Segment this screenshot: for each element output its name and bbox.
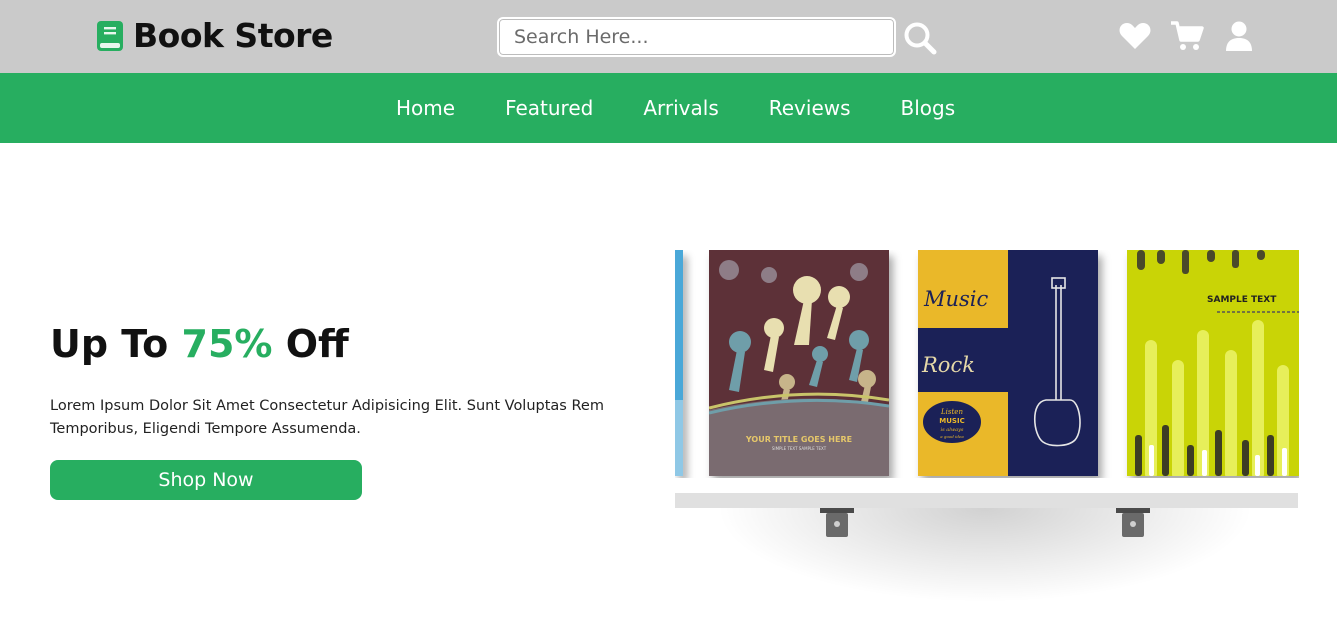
heart-icon[interactable] <box>1118 20 1152 52</box>
shop-now-button[interactable]: Shop Now <box>50 460 362 500</box>
book-icon <box>97 21 123 51</box>
book-cover-sample[interactable]: SAMPLE TEXT <box>1127 250 1299 476</box>
cart-icon[interactable] <box>1170 20 1204 52</box>
book2-badge-line2: MUSIC <box>939 417 964 425</box>
nav-link-blogs[interactable]: Blogs <box>901 96 956 120</box>
nav-link-arrivals[interactable]: Arrivals <box>643 96 718 120</box>
search-icon[interactable] <box>903 21 937 55</box>
nav-link-featured[interactable]: Featured <box>505 96 593 120</box>
book2-badge-line4: a good idea <box>940 434 964 439</box>
book2-badge-line1: Listen <box>940 408 963 416</box>
hero-title: Up To 75% Off <box>50 320 349 368</box>
book2-badge-line3: is always <box>941 427 964 433</box>
book-cover-hands[interactable]: YOUR TITLE GOES HERE SIMPLE TEXT SAMPLE … <box>709 250 889 476</box>
hero-description: Lorem Ipsum Dolor Sit Amet Consectetur A… <box>50 398 604 437</box>
header-icons <box>1118 20 1256 52</box>
book-cover-partial <box>675 250 683 476</box>
user-icon[interactable] <box>1222 20 1256 52</box>
book1-subtitle: SIMPLE TEXT SAMPLE TEXT <box>772 446 827 451</box>
hero-title-before: Up To <box>50 322 182 366</box>
book2-music-word: Music <box>923 287 989 311</box>
nav-list: Home Featured Arrivals Reviews Blogs <box>396 96 1005 120</box>
shelf-bracket-right <box>1116 508 1150 537</box>
main-nav: Home Featured Arrivals Reviews Blogs <box>0 73 1337 143</box>
header-top-bar: Book Store <box>0 0 1337 73</box>
shelf-bracket-left <box>820 508 854 537</box>
logo[interactable]: Book Store <box>96 18 333 54</box>
search-form <box>497 17 937 57</box>
book3-title: SAMPLE TEXT <box>1207 295 1277 305</box>
nav-link-reviews[interactable]: Reviews <box>769 96 851 120</box>
shelf <box>675 493 1298 508</box>
search-input[interactable] <box>497 17 896 57</box>
book-cover-music[interactable]: Music Rock Listen MUSIC is always a good… <box>918 250 1098 476</box>
book2-rock-word: Rock <box>921 353 975 377</box>
book1-title: YOUR TITLE GOES HERE <box>745 435 852 444</box>
logo-text: Book Store <box>133 16 333 55</box>
hero-title-accent: 75% <box>181 322 273 366</box>
book-slider[interactable]: YOUR TITLE GOES HERE SIMPLE TEXT SAMPLE … <box>675 250 1299 478</box>
hero-title-after: Off <box>272 322 349 366</box>
shelf-shadow <box>715 508 1255 603</box>
nav-link-home[interactable]: Home <box>396 96 455 120</box>
